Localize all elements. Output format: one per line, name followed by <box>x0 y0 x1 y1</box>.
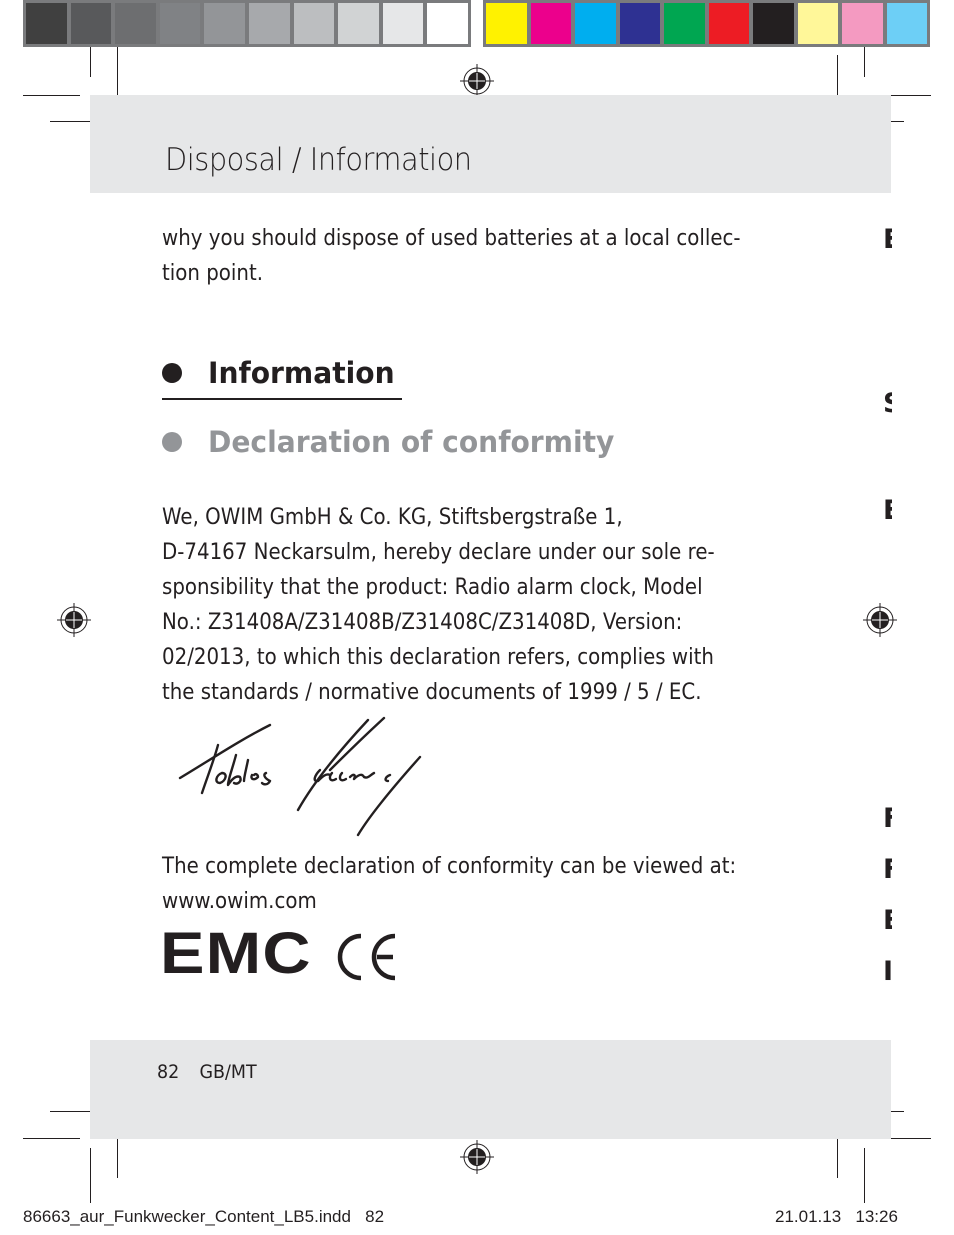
section-heading-label: Information <box>208 356 395 390</box>
text-line: the standards / normative documents of 1… <box>162 680 702 705</box>
adjacent-page-letter: E <box>883 497 892 524</box>
slug-time: 13:26 <box>855 1207 898 1226</box>
grayscale-color-bar <box>23 0 471 47</box>
color-swatch <box>248 3 290 44</box>
crop-mark <box>23 95 80 96</box>
heading-underline <box>162 398 402 400</box>
adjacent-page-letter: I <box>883 958 892 985</box>
color-swatch <box>797 3 838 44</box>
text-line: No.: Z31408A/Z31408B/Z31408C/Z31408D, Ve… <box>162 610 683 635</box>
bullet-icon <box>162 363 182 383</box>
color-swatch <box>427 3 468 44</box>
color-swatch <box>293 3 335 44</box>
color-swatch <box>664 3 705 44</box>
signature-icon <box>178 716 422 837</box>
page-title: Disposal / Information <box>165 142 472 178</box>
bullet-icon <box>162 432 182 452</box>
adjacent-page-letter: F <box>883 805 892 832</box>
slug-filename: 86663_aur_Funkwecker_Content_LB5.indd 82 <box>23 1207 385 1226</box>
color-swatch <box>619 3 660 44</box>
crop-mark <box>117 47 118 102</box>
crop-mark <box>90 47 91 77</box>
text-line: 02/2013, to which this declaration refer… <box>162 645 714 670</box>
crop-mark <box>864 47 865 77</box>
color-swatch <box>842 3 883 44</box>
section-heading-information: Information <box>162 356 400 390</box>
emc-mark: EMC <box>160 921 312 986</box>
crop-mark <box>23 1138 80 1139</box>
color-swatch <box>338 3 379 44</box>
full-declaration-paragraph: The complete declaration of conformity c… <box>162 849 812 919</box>
website-link[interactable]: www.owim.com <box>162 884 812 919</box>
adjacent-page-letter: F <box>883 856 892 883</box>
color-swatch <box>486 3 527 44</box>
slug-datetime: 21.01.13 13:26 <box>775 1207 898 1227</box>
color-swatch <box>26 3 67 44</box>
adjacent-page-letter: E <box>883 226 892 253</box>
page-number: 82 <box>157 1061 180 1083</box>
process-color-bar <box>483 0 930 47</box>
registration-mark-icon <box>460 1140 494 1174</box>
text-line: D-74167 Neckarsulm, hereby declare under… <box>162 540 715 565</box>
ce-mark-icon <box>337 933 396 981</box>
declaration-paragraph: We, OWIM GmbH & Co. KG, Stiftsbergstraße… <box>162 500 812 710</box>
registration-mark-icon <box>57 603 91 637</box>
color-swatch <box>708 3 749 44</box>
section-heading-declaration: Declaration of conformity <box>162 425 627 459</box>
color-swatch <box>70 3 112 44</box>
text-line: The complete declaration of conformity c… <box>162 854 737 879</box>
text-line: sponsibility that the product: Radio ala… <box>162 575 703 600</box>
text-line: why you should dispose of used batteries… <box>162 226 741 251</box>
color-swatch <box>886 3 927 44</box>
footer-band <box>90 1040 891 1139</box>
color-swatch <box>159 3 201 44</box>
color-swatch <box>575 3 616 44</box>
adjacent-page-letter: E <box>883 907 892 934</box>
color-swatch <box>204 3 245 44</box>
crop-mark <box>90 1148 91 1203</box>
color-swatch <box>753 3 794 44</box>
text-line: We, OWIM GmbH & Co. KG, Stiftsbergstraße… <box>162 505 623 530</box>
registration-mark-icon <box>863 603 897 637</box>
language-code: GB/MT <box>199 1061 257 1083</box>
page-footer: 82 GB/MT <box>157 1061 257 1083</box>
registration-mark-icon <box>460 64 494 98</box>
adjacent-page-letter: S <box>883 390 892 417</box>
color-swatch <box>115 3 156 44</box>
intro-paragraph: why you should dispose of used batteries… <box>162 221 812 291</box>
crop-mark <box>864 1148 865 1203</box>
color-swatch <box>382 3 424 44</box>
color-swatch <box>530 3 571 44</box>
section-heading-label: Declaration of conformity <box>208 425 615 459</box>
slug-date: 21.01.13 <box>775 1207 842 1226</box>
text-line: tion point. <box>162 261 264 286</box>
